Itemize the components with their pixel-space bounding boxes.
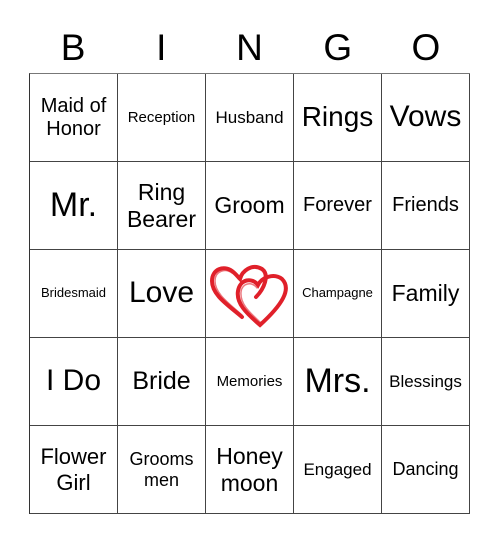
bingo-cell[interactable]: Friends — [382, 162, 470, 250]
bingo-header: B I N G O — [29, 26, 470, 70]
bingo-cell[interactable]: Memories — [206, 338, 294, 426]
bingo-cell[interactable]: Maid of Honor — [30, 74, 118, 162]
bingo-cell[interactable]: Reception — [118, 74, 206, 162]
bingo-cell[interactable]: I Do — [30, 338, 118, 426]
bingo-cell[interactable]: Flower Girl — [30, 426, 118, 514]
bingo-cell[interactable]: Honey moon — [206, 426, 294, 514]
free-space-cell[interactable] — [206, 250, 294, 338]
double-hearts-icon — [209, 264, 288, 328]
bingo-cell[interactable]: Ring Bearer — [118, 162, 206, 250]
bingo-cell[interactable]: Blessings — [382, 338, 470, 426]
bingo-cell[interactable]: Champagne — [294, 250, 382, 338]
header-letter-o: O — [411, 27, 441, 68]
bingo-cell[interactable]: Husband — [206, 74, 294, 162]
bingo-cell[interactable]: Engaged — [294, 426, 382, 514]
header-letter-b: B — [60, 27, 86, 68]
bingo-cell[interactable]: Forever — [294, 162, 382, 250]
bingo-cell[interactable]: Grooms men — [118, 426, 206, 514]
bingo-grid: Maid of Honor Reception Husband Rings Vo… — [29, 73, 470, 514]
bingo-cell[interactable]: Rings — [294, 74, 382, 162]
bingo-cell[interactable]: Mrs. — [294, 338, 382, 426]
bingo-cell[interactable]: Dancing — [382, 426, 470, 514]
bingo-cell[interactable]: Family — [382, 250, 470, 338]
bingo-cell[interactable]: Mr. — [30, 162, 118, 250]
bingo-cell[interactable]: Vows — [382, 74, 470, 162]
bingo-cell[interactable]: Bridesmaid — [30, 250, 118, 338]
bingo-cell[interactable]: Groom — [206, 162, 294, 250]
header-letter-i: I — [156, 27, 167, 68]
bingo-cell[interactable]: Bride — [118, 338, 206, 426]
bingo-cell[interactable]: Love — [118, 250, 206, 338]
header-letter-n: N — [236, 27, 263, 68]
header-letter-g: G — [323, 27, 353, 68]
